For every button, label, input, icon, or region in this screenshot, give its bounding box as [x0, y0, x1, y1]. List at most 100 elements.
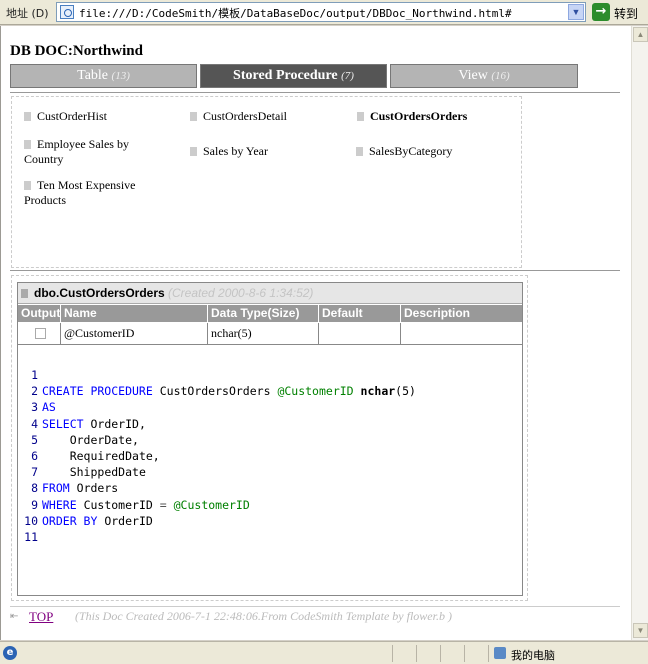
- param-default-cell: [319, 323, 401, 345]
- document-icon: [190, 112, 197, 121]
- tab-table-label[interactable]: Table: [77, 68, 108, 83]
- address-label: 地址 (D): [6, 7, 49, 20]
- address-bar: 地址 (D) file:///D:/CodeSmith/模板/DataBaseD…: [0, 0, 648, 25]
- sql-code-block: 1 2 CREATE PROCEDURE CustOrdersOrders @Cu…: [21, 367, 517, 545]
- document-icon: [357, 112, 364, 121]
- code-line: 2 CREATE PROCEDURE CustOrdersOrders @Cust…: [21, 383, 517, 399]
- output-checkbox[interactable]: [35, 328, 46, 339]
- scroll-up-icon[interactable]: ▲: [633, 27, 648, 42]
- sql-keyword: WHERE: [42, 497, 77, 512]
- line-number: 5: [31, 432, 38, 447]
- procedure-link[interactable]: CustOrdersDetail: [203, 109, 287, 123]
- procedure-header: dbo.CustOrdersOrders (Created 2000-8-6 1…: [18, 283, 522, 304]
- my-computer-icon: [494, 647, 506, 659]
- procedure-name: dbo.CustOrdersOrders: [34, 286, 165, 300]
- sql-parameter: @CustomerID: [173, 497, 250, 512]
- procedure-link[interactable]: Ten Most Expensive Products: [24, 178, 135, 207]
- output-cell: [18, 323, 61, 345]
- line-number: 7: [31, 465, 38, 480]
- document-icon: [21, 289, 28, 298]
- sql-keyword: CREATE PROCEDURE: [42, 384, 153, 399]
- code-line: 9 WHERE CustomerID = @CustomerID: [21, 497, 517, 513]
- procedure-item-custordersorders[interactable]: CustOrdersOrders: [357, 109, 507, 124]
- address-dropdown-icon[interactable]: ▼: [568, 4, 584, 20]
- procedure-detail: dbo.CustOrdersOrders (Created 2000-8-6 1…: [11, 275, 528, 601]
- code-line: 3 AS: [21, 399, 517, 415]
- code-line: 6 RequiredDate,: [21, 448, 517, 464]
- procedure-item-sales-by-year[interactable]: Sales by Year: [190, 144, 340, 159]
- page-content: DB DOC:Northwind Table (13) Stored Proce…: [0, 26, 631, 640]
- top-link[interactable]: TOP: [29, 609, 53, 625]
- line-number: 10: [24, 513, 38, 528]
- procedure-link[interactable]: Employee Sales by Country: [24, 137, 129, 166]
- code-line: 10 ORDER BY OrderID: [21, 513, 517, 529]
- sql-type: nchar: [360, 384, 396, 399]
- procedure-link[interactable]: CustOrdersOrders: [370, 109, 467, 123]
- status-divider: [440, 645, 441, 662]
- procedure-item-custorderhist[interactable]: CustOrderHist: [24, 109, 174, 124]
- sql-identifier: Orders: [76, 481, 119, 496]
- sql-identifier: OrderID: [104, 513, 153, 528]
- column-header-name: Name: [61, 305, 208, 322]
- procedure-detail-panel: dbo.CustOrdersOrders (Created 2000-8-6 1…: [17, 282, 523, 596]
- sql-keyword: FROM: [42, 481, 70, 496]
- divider: [10, 606, 620, 607]
- params-header-row: Output Name Data Type(Size) Default Desc…: [18, 305, 522, 322]
- ie-page-icon: e: [3, 646, 17, 660]
- tab-stored-procedure[interactable]: Stored Procedure (7): [200, 64, 387, 88]
- table-row: @CustomerID nchar(5): [18, 323, 522, 345]
- column-header-description: Description: [404, 306, 471, 320]
- line-number: 4: [31, 416, 38, 431]
- param-description-cell: [401, 323, 522, 345]
- code-line: 4 SELECT OrderID,: [21, 416, 517, 432]
- address-url[interactable]: file:///D:/CodeSmith/模板/DataBaseDoc/outp…: [79, 5, 512, 21]
- sql-identifier: OrderDate,: [69, 432, 139, 447]
- footer-note: (This Doc Created 2006-7-1 22:48:06.From…: [75, 609, 452, 623]
- tab-view-label[interactable]: View: [458, 68, 487, 83]
- column-header-data-type: Data Type(Size): [208, 305, 319, 322]
- procedure-created: (Created 2000-8-6 1:34:52): [168, 286, 314, 300]
- go-label[interactable]: 转到: [614, 5, 638, 22]
- code-line: 5 OrderDate,: [21, 432, 517, 448]
- document-icon: [356, 147, 363, 156]
- status-divider: [464, 645, 465, 662]
- procedure-item-ten-most-expensive-products[interactable]: Ten Most Expensive Products: [24, 178, 154, 208]
- procedure-item-custordersdetail[interactable]: CustOrdersDetail: [190, 109, 340, 124]
- line-number: 3: [31, 400, 38, 415]
- code-line: 1: [21, 367, 517, 383]
- sql-size: (5): [395, 384, 416, 399]
- line-number: 8: [31, 481, 38, 496]
- sql-keyword: ORDER BY: [42, 513, 98, 528]
- address-input[interactable]: file:///D:/CodeSmith/模板/DataBaseDoc/outp…: [56, 2, 586, 22]
- param-type-cell: nchar(5): [208, 323, 319, 345]
- code-line: 11: [21, 529, 517, 545]
- procedure-link[interactable]: Sales by Year: [203, 144, 268, 158]
- scroll-down-icon[interactable]: ▼: [633, 623, 648, 638]
- document-icon: [24, 112, 31, 121]
- line-number: 2: [31, 384, 38, 399]
- code-line: 8 FROM Orders: [21, 480, 517, 496]
- page-icon: [60, 5, 74, 19]
- tab-stored-procedure-count: (7): [341, 70, 354, 82]
- procedure-link[interactable]: SalesByCategory: [369, 144, 452, 158]
- go-arrow-icon[interactable]: →: [592, 3, 610, 21]
- tab-stored-procedure-label[interactable]: Stored Procedure: [233, 68, 338, 83]
- procedure-item-salesbycategory[interactable]: SalesByCategory: [356, 144, 506, 159]
- security-zone-label: 我的电脑: [511, 649, 555, 662]
- sql-identifier: ShippedDate: [69, 465, 146, 480]
- procedure-item-employee-sales-by-country[interactable]: Employee Sales by Country: [24, 137, 149, 167]
- back-to-top-icon[interactable]: ⇤: [10, 611, 18, 622]
- line-number: 11: [24, 529, 38, 544]
- line-number: 6: [31, 448, 38, 463]
- footer: ⇤ TOP (This Doc Created 2006-7-1 22:48:0…: [10, 608, 620, 624]
- procedure-link[interactable]: CustOrderHist: [37, 109, 107, 123]
- page-title: DB DOC:Northwind: [10, 43, 143, 59]
- sql-identifier: OrderID,: [90, 416, 146, 431]
- go-button[interactable]: → 转到: [592, 2, 646, 22]
- sql-identifier: RequiredDate,: [69, 448, 160, 463]
- tab-view-count: (16): [491, 70, 510, 82]
- vertical-scrollbar[interactable]: ▲ ▼: [631, 26, 648, 640]
- line-number: 9: [31, 497, 38, 512]
- tab-view[interactable]: View (16): [390, 64, 578, 88]
- tab-table[interactable]: Table (13): [10, 64, 197, 88]
